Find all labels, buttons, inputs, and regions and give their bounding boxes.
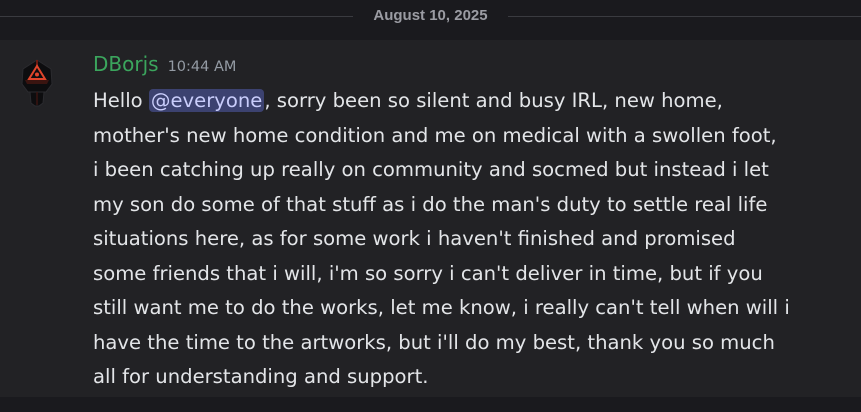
username[interactable]: DBorjs — [93, 52, 159, 76]
greeting-text: Hello — [93, 89, 143, 112]
message-line-8: have the time to the artworks, but i'll … — [93, 330, 775, 354]
divider-line-left — [0, 16, 353, 17]
message-line-3: i been catching up really on community a… — [93, 158, 769, 181]
message-timestamp[interactable]: 10:44 AM — [168, 59, 237, 75]
message-line-1: Hello @everyone, sorry been so silent an… — [93, 84, 853, 119]
message-line-9: all for understanding and support. — [93, 365, 429, 388]
message-header: DBorjs 10:44 AM — [93, 52, 236, 76]
chat-message[interactable]: DBorjs 10:44 AM Hello @everyone, sorry be… — [0, 40, 861, 397]
message-line-1-text: , sorry been so silent and busy IRL, new… — [264, 89, 723, 112]
message-content: Hello @everyone, sorry been so silent an… — [93, 84, 853, 395]
helmeted-warrior-avatar-icon — [21, 59, 53, 107]
message-line-5: situations here, as for some work i have… — [93, 227, 736, 250]
chat-bottom-area — [0, 397, 861, 412]
message-line-4: my son do some of that stuff as i do the… — [93, 192, 768, 216]
date-divider-label: August 10, 2025 — [373, 7, 488, 24]
message-line-7: still want me to do the works, let me kn… — [93, 296, 790, 319]
everyone-mention[interactable]: @everyone — [148, 89, 265, 112]
divider-line-right — [508, 16, 861, 17]
message-line-6: some friends that i will, i'm so sorry i… — [93, 261, 763, 285]
message-line-2: mother's new home condition and me on me… — [93, 123, 777, 147]
user-avatar[interactable] — [16, 57, 58, 107]
